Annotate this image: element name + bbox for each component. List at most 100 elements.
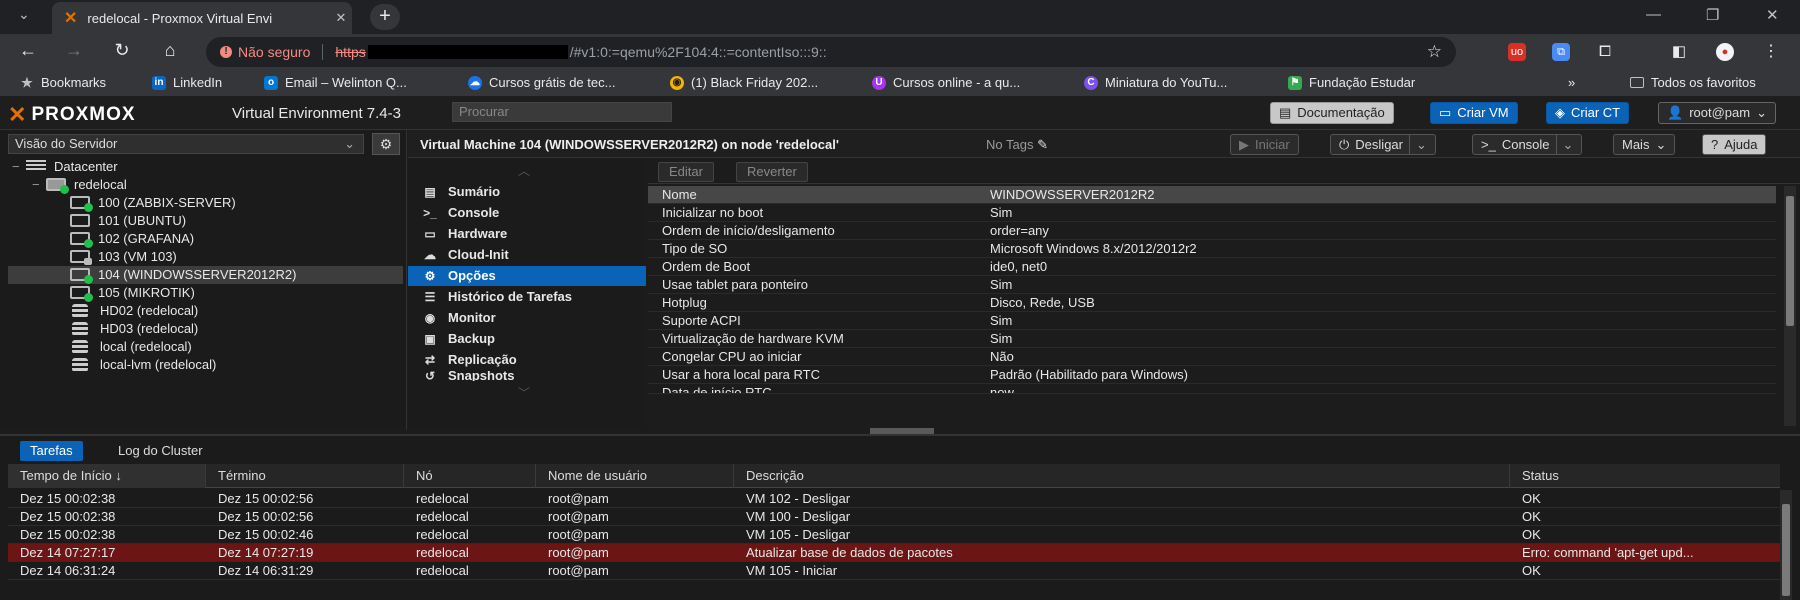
bookmark-item[interactable]: C Miniatura do YouTu... — [1084, 75, 1227, 90]
scrollbar-thumb[interactable] — [1782, 504, 1790, 596]
extensions-puzzle-icon[interactable]: ⧠ — [1596, 43, 1614, 61]
tree-item-datacenter[interactable]: − Datacenter — [8, 158, 403, 176]
create-ct-button[interactable]: ◈ Criar CT — [1546, 102, 1630, 124]
tree-item-vm-selected[interactable]: 104 (WINDOWSSERVER2012R2) — [8, 266, 403, 284]
bookmark-item[interactable]: o Email – Welinton Q... — [264, 75, 407, 90]
shutdown-button[interactable]: ⏻ Desligar ⌄ — [1330, 134, 1436, 155]
bookmark-item[interactable]: ◉ (1) Black Friday 202... — [670, 75, 818, 90]
options-row[interactable]: Data de início RTC now — [648, 384, 1776, 394]
bookmark-item[interactable]: ★ Bookmarks — [20, 75, 106, 90]
address-bar[interactable]: ! Não seguro https /#v1:0:=qemu%2F104:4:… — [206, 37, 1456, 67]
tree-item-vm[interactable]: 100 (ZABBIX-SERVER) — [8, 194, 403, 212]
bookmark-item[interactable]: ☁ Cursos grátis de tec... — [468, 75, 615, 90]
tab-tasks[interactable]: Tarefas — [20, 441, 83, 461]
bookmarks-overflow-icon[interactable]: » — [1568, 75, 1575, 90]
tree-item-storage[interactable]: HD02 (redelocal) — [8, 302, 403, 320]
column-header-start-time[interactable]: Tempo de Início ↓ — [8, 464, 206, 488]
tasks-scrollbar[interactable] — [1780, 490, 1792, 600]
reload-icon[interactable]: ↻ — [110, 40, 134, 61]
chevron-down-icon[interactable]: ⌄ — [1408, 135, 1427, 154]
edit-button[interactable]: Editar — [658, 162, 714, 182]
bookmark-item[interactable]: ⚑ Fundação Estudar — [1288, 75, 1415, 90]
vm-tags[interactable]: No Tags ✎ — [986, 137, 1048, 153]
submenu-item-summary[interactable]: ▤ Sumário — [408, 182, 646, 202]
documentation-button[interactable]: ▤ Documentação — [1270, 102, 1394, 124]
table-row[interactable]: Dez 14 06:31:24 Dez 14 06:31:29 redeloca… — [8, 562, 1780, 580]
options-row[interactable]: Virtualização de hardware KVM Sim — [648, 330, 1776, 348]
tree-item-vm[interactable]: 101 (UBUNTU) — [8, 212, 403, 230]
close-window-icon[interactable]: ✕ — [1766, 6, 1779, 24]
bookmark-item[interactable]: in LinkedIn — [152, 75, 222, 90]
tree-item-vm[interactable]: 105 (MIKROTIK) — [8, 284, 403, 302]
revert-button[interactable]: Reverter — [736, 162, 808, 182]
tree-item-vm[interactable]: 102 (GRAFANA) — [8, 230, 403, 248]
submenu-item-options[interactable]: ⚙ Opções — [408, 266, 646, 286]
help-button[interactable]: ? Ajuda — [1702, 134, 1767, 155]
menu-kebab-icon[interactable]: ⋮ — [1762, 43, 1780, 61]
submenu-item-cloud-init[interactable]: ☁ Cloud-Init — [408, 245, 646, 265]
tree-item-storage[interactable]: HD03 (redelocal) — [8, 320, 403, 338]
submenu-item-monitor[interactable]: ◉ Monitor — [408, 308, 646, 328]
submenu-item-console[interactable]: >_ Console — [408, 203, 646, 223]
tree-item-storage[interactable]: local (redelocal) — [8, 338, 403, 356]
bookmark-item[interactable]: U Cursos online - a qu... — [872, 75, 1020, 90]
minimize-icon[interactable]: — — [1646, 6, 1661, 23]
restore-icon[interactable]: ❐ — [1706, 6, 1719, 24]
options-scrollbar[interactable] — [1784, 186, 1796, 426]
options-row[interactable]: Ordem de Boot ide0, net0 — [648, 258, 1776, 276]
options-row[interactable]: Usae tablet para ponteiro Sim — [648, 276, 1776, 294]
view-selector[interactable]: Visão do Servidor ⌄ — [8, 134, 364, 154]
new-tab-button[interactable]: + — [370, 4, 400, 30]
console-button[interactable]: >_ Console ⌄ — [1472, 134, 1583, 155]
tree-item-storage[interactable]: local-lvm (redelocal) — [8, 356, 403, 374]
submenu-item-hardware[interactable]: ▭ Hardware — [408, 224, 646, 244]
submenu-item-task-history[interactable]: ☰ Histórico de Tarefas — [408, 287, 646, 307]
table-row-error[interactable]: Dez 14 07:27:17 Dez 14 07:27:19 redeloca… — [8, 544, 1780, 562]
scrollbar-thumb[interactable] — [1786, 196, 1794, 326]
chevron-down-icon[interactable]: ⌄ — [1555, 135, 1573, 154]
security-chip[interactable]: ! Não seguro — [220, 44, 310, 60]
tree-item-node[interactable]: − redelocal — [8, 176, 403, 194]
profile-avatar[interactable]: ● — [1716, 43, 1734, 61]
browser-tab[interactable]: ✕ redelocal - Proxmox Virtual Envi ✕ — [52, 2, 352, 34]
options-row[interactable]: Usar a hora local para RTC Padrão (Habili… — [648, 366, 1776, 384]
submenu-item-backup[interactable]: ▣ Backup — [408, 329, 646, 349]
forward-icon[interactable]: → — [62, 40, 86, 61]
back-icon[interactable]: ← — [16, 40, 40, 61]
more-button[interactable]: Mais ⌄ — [1613, 134, 1676, 155]
tab-search-chevron-icon[interactable]: ⌄ — [18, 6, 30, 23]
bookmark-star-icon[interactable]: ☆ — [1427, 42, 1442, 62]
column-header-status[interactable]: Status — [1510, 464, 1780, 488]
column-header-description[interactable]: Descrição — [734, 464, 1510, 488]
table-row[interactable]: Dez 15 00:02:38 Dez 15 00:02:46 redeloca… — [8, 526, 1780, 544]
pencil-icon[interactable]: ✎ — [1037, 137, 1048, 152]
scroll-down-icon[interactable]: ﹀ — [518, 384, 530, 401]
column-header-user[interactable]: Nome de usuário — [536, 464, 734, 488]
options-row[interactable]: Ordem de início/desligamento order=any — [648, 222, 1776, 240]
tree-item-vm[interactable]: 103 (VM 103) — [8, 248, 403, 266]
start-button[interactable]: ▶ Iniciar — [1230, 134, 1299, 155]
scroll-up-icon[interactable]: ︿ — [518, 162, 530, 179]
options-row[interactable]: Tipo de SO Microsoft Windows 8.x/2012/201… — [648, 240, 1776, 258]
all-bookmarks-folder[interactable]: Todos os favoritos — [1630, 75, 1756, 90]
table-row[interactable]: Dez 15 00:02:38 Dez 15 00:02:56 redeloca… — [8, 490, 1780, 508]
options-row[interactable]: Congelar CPU ao iniciar Não — [648, 348, 1776, 366]
ublock-extension-icon[interactable]: uo — [1508, 43, 1526, 61]
tab-cluster-log[interactable]: Log do Cluster — [108, 441, 213, 461]
options-row[interactable]: Suporte ACPI Sim — [648, 312, 1776, 330]
options-row[interactable]: Nome WINDOWSSERVER2012R2 — [648, 186, 1776, 204]
copy-extension-icon[interactable]: ⧉ — [1552, 43, 1570, 61]
submenu-item-snapshots[interactable]: ↺ Snapshots — [408, 371, 646, 381]
tab-close-icon[interactable]: ✕ — [330, 10, 352, 26]
side-panel-icon[interactable]: ◧ — [1670, 43, 1688, 61]
table-row[interactable]: Dez 15 00:02:38 Dez 15 00:02:56 redeloca… — [8, 508, 1780, 526]
options-row[interactable]: Inicializar no boot Sim — [648, 204, 1776, 222]
column-header-end-time[interactable]: Término — [206, 464, 404, 488]
search-input[interactable]: Procurar — [452, 102, 672, 122]
gear-icon[interactable]: ⚙ — [372, 133, 400, 155]
home-icon[interactable]: ⌂ — [158, 40, 182, 61]
create-vm-button[interactable]: ▭ Criar VM — [1430, 102, 1518, 124]
options-row[interactable]: Hotplug Disco, Rede, USB — [648, 294, 1776, 312]
column-header-node[interactable]: Nó — [404, 464, 536, 488]
submenu-item-replication[interactable]: ⇄ Replicação — [408, 350, 646, 370]
